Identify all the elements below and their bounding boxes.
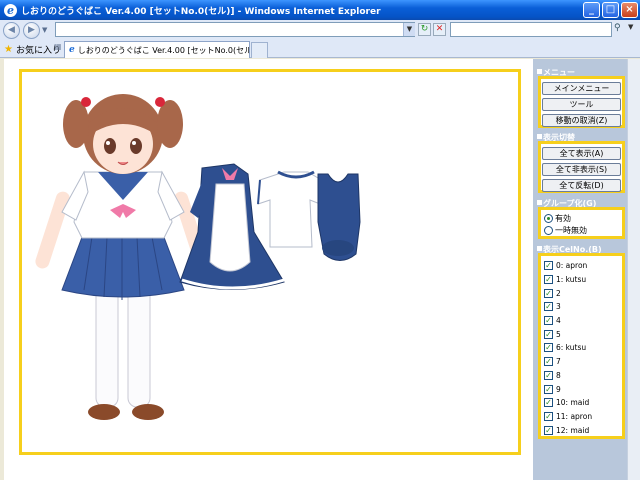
vertical-scrollbar[interactable] [627, 59, 640, 480]
back-arrow-icon[interactable]: ◀ [3, 21, 20, 39]
checkbox-checked-icon[interactable]: ✓ [544, 357, 553, 367]
forward-arrow-icon[interactable]: ▶ [23, 21, 40, 39]
cel-item[interactable]: ✓ 4 [541, 314, 622, 328]
radio-selected-icon[interactable] [544, 213, 553, 223]
cel-item[interactable]: ✓ 9 [541, 382, 622, 396]
checkbox-checked-icon[interactable]: ✓ [544, 316, 553, 326]
ie-logo-icon: e [4, 3, 17, 17]
cel-item[interactable]: ✓ 11: apron [541, 410, 622, 424]
tab-active[interactable]: e しおりのどうぐばこ Ver.4.00 [セットNo.0(セル)] [64, 41, 250, 58]
maximize-button[interactable]: □ [602, 2, 619, 18]
cel-list-box: ✓ 0: apron ✓ 1: kutsu ✓ 2 ✓ 3 ✓ 4 ✓ 5 ✓ 6: kuts… [538, 253, 625, 439]
radio-unselected-icon[interactable] [544, 225, 553, 235]
close-button[interactable]: × [621, 2, 638, 18]
page-content [0, 59, 533, 480]
search-input[interactable] [450, 22, 612, 37]
checkbox-checked-icon[interactable]: ✓ [544, 261, 553, 271]
checkbox-checked-icon[interactable]: ✓ [544, 425, 553, 435]
cel-item[interactable]: ✓ 1: kutsu [541, 273, 622, 287]
grouping-disabled-option[interactable]: 一時無効 [541, 224, 622, 236]
address-input[interactable] [55, 22, 415, 37]
checkbox-checked-icon[interactable]: ✓ [544, 370, 553, 380]
main-menu-button[interactable]: メインメニュー [542, 82, 621, 95]
checkbox-checked-icon[interactable]: ✓ [544, 343, 553, 353]
search-icon[interactable]: ⚲ [614, 23, 626, 36]
cel-item[interactable]: ✓ 7 [541, 355, 622, 369]
show-all-button[interactable]: 全て表示(A) [542, 147, 621, 160]
checkbox-checked-icon[interactable]: ✓ [544, 398, 553, 408]
tools-button[interactable]: ツール [542, 98, 621, 111]
navigation-bar: ◀ ▶ ▼ ▼ ↻ ✕ ⚲ ▼ [0, 20, 640, 40]
checkbox-checked-icon[interactable]: ✓ [544, 411, 553, 421]
cel-item[interactable]: ✓ 0: apron [541, 259, 622, 273]
favorites-button[interactable]: ★ お気に入り [4, 43, 61, 56]
checkbox-checked-icon[interactable]: ✓ [544, 384, 553, 394]
minimize-button[interactable]: _ [583, 2, 600, 18]
dressup-stage [19, 69, 521, 455]
display-toggle-box: 全て表示(A) 全て非表示(S) 全て反転(D) [538, 141, 625, 193]
tab-list-icon[interactable]: ▦ [54, 42, 62, 56]
tab-label: しおりのどうぐばこ Ver.4.00 [セットNo.0(セル)] [77, 45, 250, 55]
checkbox-checked-icon[interactable]: ✓ [544, 302, 553, 312]
checkbox-checked-icon[interactable]: ✓ [544, 275, 553, 285]
checkbox-checked-icon[interactable]: ✓ [544, 288, 553, 298]
star-icon: ★ [4, 44, 13, 55]
tab-bar: ★ お気に入り ▦ e しおりのどうぐばこ Ver.4.00 [セットNo.0(… [0, 40, 640, 58]
hide-all-button[interactable]: 全て非表示(S) [542, 163, 621, 176]
control-panel: メニュー メインメニュー ツール 移動の取消(Z) 表示切替 全て表示(A) 全… [533, 59, 627, 480]
refresh-icon[interactable]: ↻ [418, 23, 431, 36]
grouping-enabled-option[interactable]: 有効 [541, 212, 622, 224]
cel-item[interactable]: ✓ 2 [541, 286, 622, 300]
window-title: しおりのどうぐばこ Ver.4.00 [セットNo.0(セル)] - Windo… [21, 6, 381, 17]
invert-all-button[interactable]: 全て反転(D) [542, 179, 621, 192]
undo-move-button[interactable]: 移動の取消(Z) [542, 114, 621, 127]
grouping-box: 有効 一時無効 [538, 207, 625, 239]
cel-item[interactable]: ✓ 8 [541, 369, 622, 383]
character-figure[interactable] [34, 94, 211, 420]
cel-item[interactable]: ✓ 3 [541, 300, 622, 314]
ie-page-icon: e [69, 45, 75, 55]
dressup-canvas [34, 94, 361, 420]
window-controls: _ □ × [583, 2, 638, 18]
stop-icon[interactable]: ✕ [433, 23, 446, 36]
new-tab-button[interactable] [251, 42, 268, 58]
cel-item[interactable]: ✓ 6: kutsu [541, 341, 622, 355]
address-dropdown-icon[interactable]: ▼ [403, 23, 415, 36]
checkbox-checked-icon[interactable]: ✓ [544, 329, 553, 339]
title-bar: e しおりのどうぐばこ Ver.4.00 [セットNo.0(セル)] - Win… [0, 0, 640, 20]
swimsuit-item[interactable] [317, 173, 361, 261]
cel-item[interactable]: ✓ 12: maid [541, 423, 622, 437]
cel-item[interactable]: ✓ 10: maid [541, 396, 622, 410]
menu-box: メインメニュー ツール 移動の取消(Z) [538, 76, 625, 128]
cel-item[interactable]: ✓ 5 [541, 327, 622, 341]
search-dropdown-icon[interactable]: ▼ [628, 23, 633, 31]
history-dropdown-icon[interactable]: ▼ [42, 26, 47, 34]
